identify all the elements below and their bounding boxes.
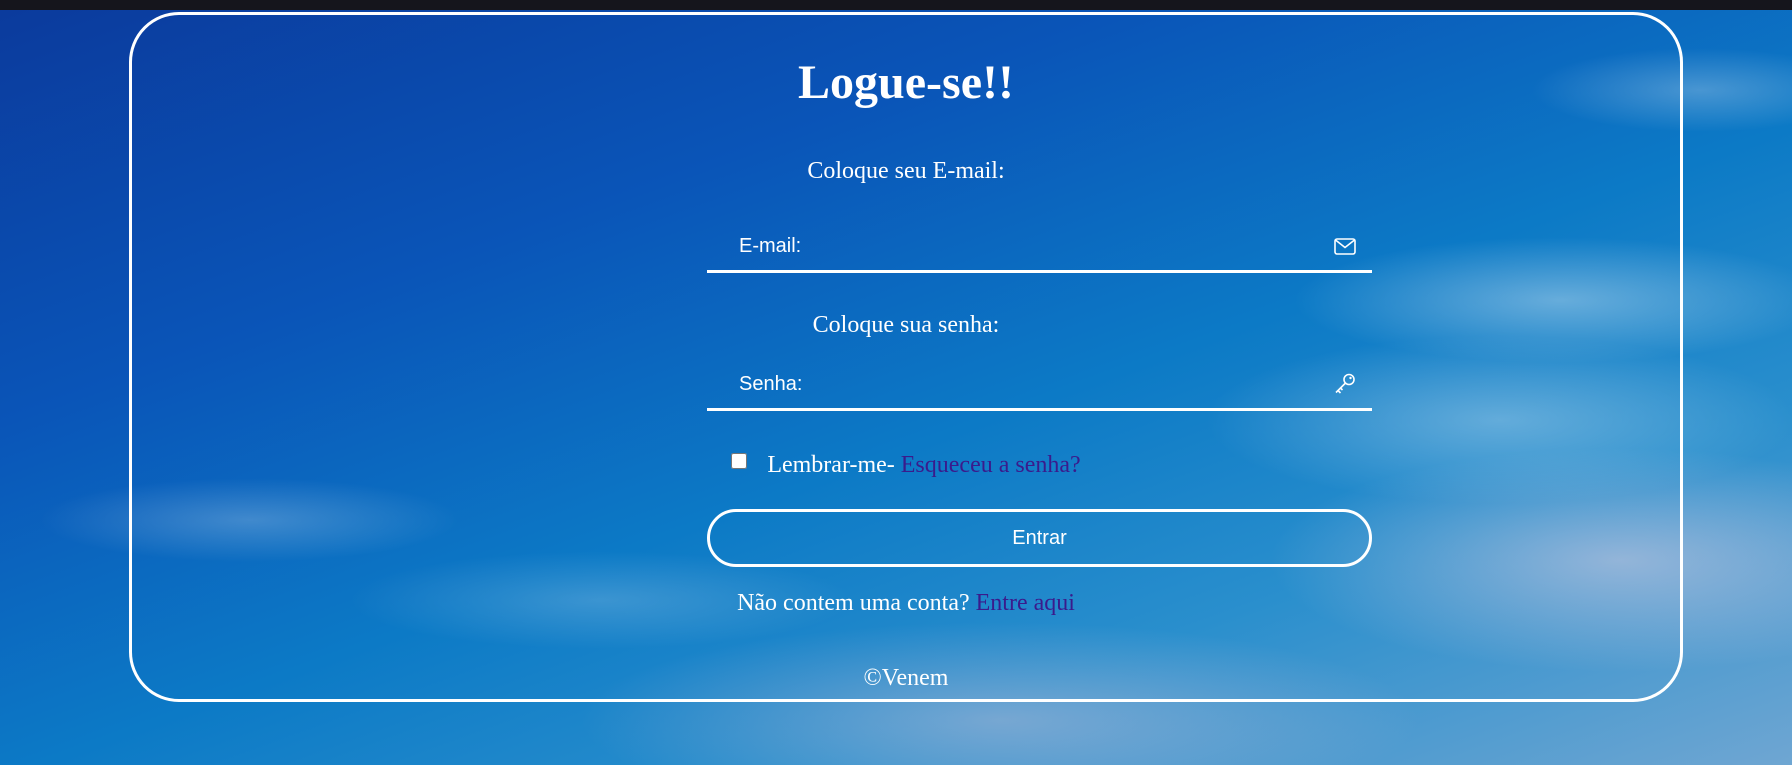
copyright-footer: ©Venem	[863, 665, 949, 691]
submit-button[interactable]: Entrar	[707, 509, 1372, 567]
remember-label: Lembrar-me-	[767, 452, 895, 478]
login-card: Logue-se!! Coloque seu E-mail: Coloque s…	[129, 12, 1683, 702]
remember-checkbox[interactable]	[731, 453, 748, 469]
email-input[interactable]	[707, 223, 1372, 270]
password-field-wrapper	[707, 361, 1372, 411]
envelope-icon	[1334, 238, 1356, 255]
password-input[interactable]	[707, 361, 1372, 408]
forgot-password-link[interactable]: Esqueceu a senha?	[901, 452, 1081, 478]
page-title: Logue-se!!	[798, 56, 1014, 109]
password-label: Coloque sua senha:	[812, 312, 1000, 338]
signup-prompt: Não contem uma conta?	[737, 590, 970, 616]
remember-row: Lembrar-me- Esqueceu a senha?	[132, 452, 1680, 479]
signup-link[interactable]: Entre aqui	[976, 590, 1075, 616]
key-icon	[1335, 373, 1355, 394]
browser-top-bar	[0, 0, 1792, 10]
email-label: Coloque seu E-mail:	[807, 158, 1005, 184]
email-field-wrapper	[707, 223, 1372, 273]
signup-row: Não contem uma conta? Entre aqui	[132, 590, 1680, 617]
